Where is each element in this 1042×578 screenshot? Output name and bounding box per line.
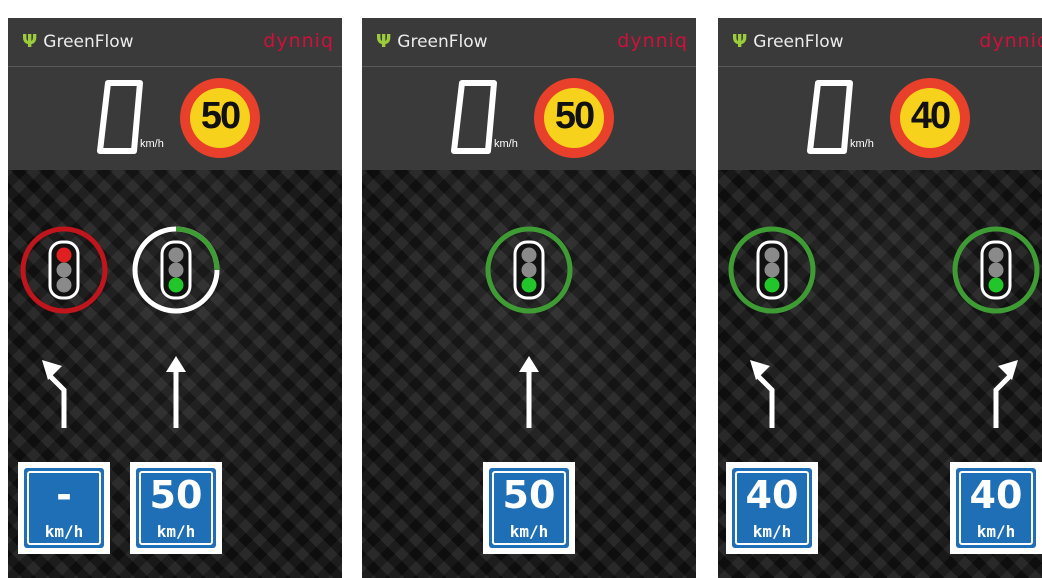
advised-speed-sign: 40 km/h <box>950 462 1042 554</box>
advised-speed-unit: km/h <box>509 522 549 541</box>
left-turn-arrow-icon <box>750 360 775 428</box>
leaf-icon: Ψ <box>732 31 748 52</box>
traffic-light-icon <box>952 226 1040 314</box>
advised-speed-sign: 50 km/h <box>483 462 575 554</box>
speed-panel: km/h 40 <box>718 67 1042 170</box>
traffic-light-icon <box>728 226 816 314</box>
advised-speed-sign: - km/h <box>18 462 110 554</box>
current-speed-digit <box>97 80 143 154</box>
straight-arrow-icon <box>519 356 539 428</box>
left-turn-arrow-icon <box>42 360 67 428</box>
app-title: GreenFlow <box>753 32 844 52</box>
speed-limit-value: 40 <box>910 95 951 137</box>
lane-area: - km/h 50 km/h <box>8 170 342 578</box>
lane-area: 40 km/h 40 km/h <box>718 170 1042 578</box>
lane-straight: 50 km/h <box>479 170 579 578</box>
advised-speed-unit: km/h <box>976 522 1016 541</box>
advised-speed-value: 40 <box>969 473 1023 517</box>
vendor-logo: dynniq <box>263 30 334 52</box>
advised-speed-unit: km/h <box>156 522 196 541</box>
lane-left: - km/h <box>14 170 114 578</box>
speed-limit-value: 50 <box>554 95 595 137</box>
advised-speed-unit: km/h <box>44 522 84 541</box>
advised-speed-sign: 50 km/h <box>130 462 222 554</box>
traffic-light-icon <box>20 226 108 314</box>
speed-panel: km/h 50 <box>8 67 342 170</box>
vendor-logo: dynniq <box>979 30 1042 52</box>
speed-limit-sign: 50 <box>180 78 260 158</box>
speed-unit: km/h <box>494 138 518 150</box>
leaf-icon: Ψ <box>22 31 38 52</box>
current-speed-digit <box>451 80 497 154</box>
advised-speed-value: 50 <box>502 473 556 517</box>
leaf-icon: Ψ <box>376 31 392 52</box>
lane-right: 40 km/h <box>946 170 1042 578</box>
lane-straight: 50 km/h <box>126 170 226 578</box>
speed-limit-sign: 40 <box>890 78 970 158</box>
advised-speed-value: 40 <box>745 473 799 517</box>
app-brand: Ψ GreenFlow <box>22 31 134 52</box>
speed-limit-sign: 50 <box>534 78 614 158</box>
vendor-logo: dynniq <box>617 30 688 52</box>
speed-limit-value: 50 <box>200 95 241 137</box>
current-speed-digit <box>807 80 853 154</box>
app-header: ΨGreenFlow dynniq <box>8 18 342 67</box>
traffic-light-icon <box>485 226 573 314</box>
screen-1: Ψ GreenFlow dynniq km/h 50 - km/h 50 km/… <box>8 18 342 578</box>
right-turn-arrow-icon <box>993 360 1018 428</box>
app-header: ΨGreenFlow dynniq <box>362 18 696 67</box>
app-brand: Ψ GreenFlow <box>732 31 844 52</box>
advised-speed-value: - <box>56 473 72 517</box>
traffic-light-icon <box>132 226 220 314</box>
lane-area: 50 km/h <box>362 170 696 578</box>
screen-3: ΨGreenFlow dynniq km/h 40 <box>718 18 1042 578</box>
app-title: GreenFlow <box>43 32 134 52</box>
advised-speed-value: 50 <box>149 473 203 517</box>
app-header: ΨGreenFlow dynniq <box>718 18 1042 67</box>
app-title: GreenFlow <box>397 32 488 52</box>
speed-unit: km/h <box>850 138 874 150</box>
straight-arrow-icon <box>166 356 186 428</box>
lane-left: 40 km/h <box>722 170 822 578</box>
advised-speed-unit: km/h <box>752 522 792 541</box>
speed-panel: km/h 50 <box>362 67 696 170</box>
app-brand: Ψ GreenFlow <box>376 31 488 52</box>
speed-unit: km/h <box>140 138 164 150</box>
advised-speed-sign: 40 km/h <box>726 462 818 554</box>
screen-2: Ψ GreenFlow dynniq km/h 50 50 km/h <box>362 18 696 578</box>
